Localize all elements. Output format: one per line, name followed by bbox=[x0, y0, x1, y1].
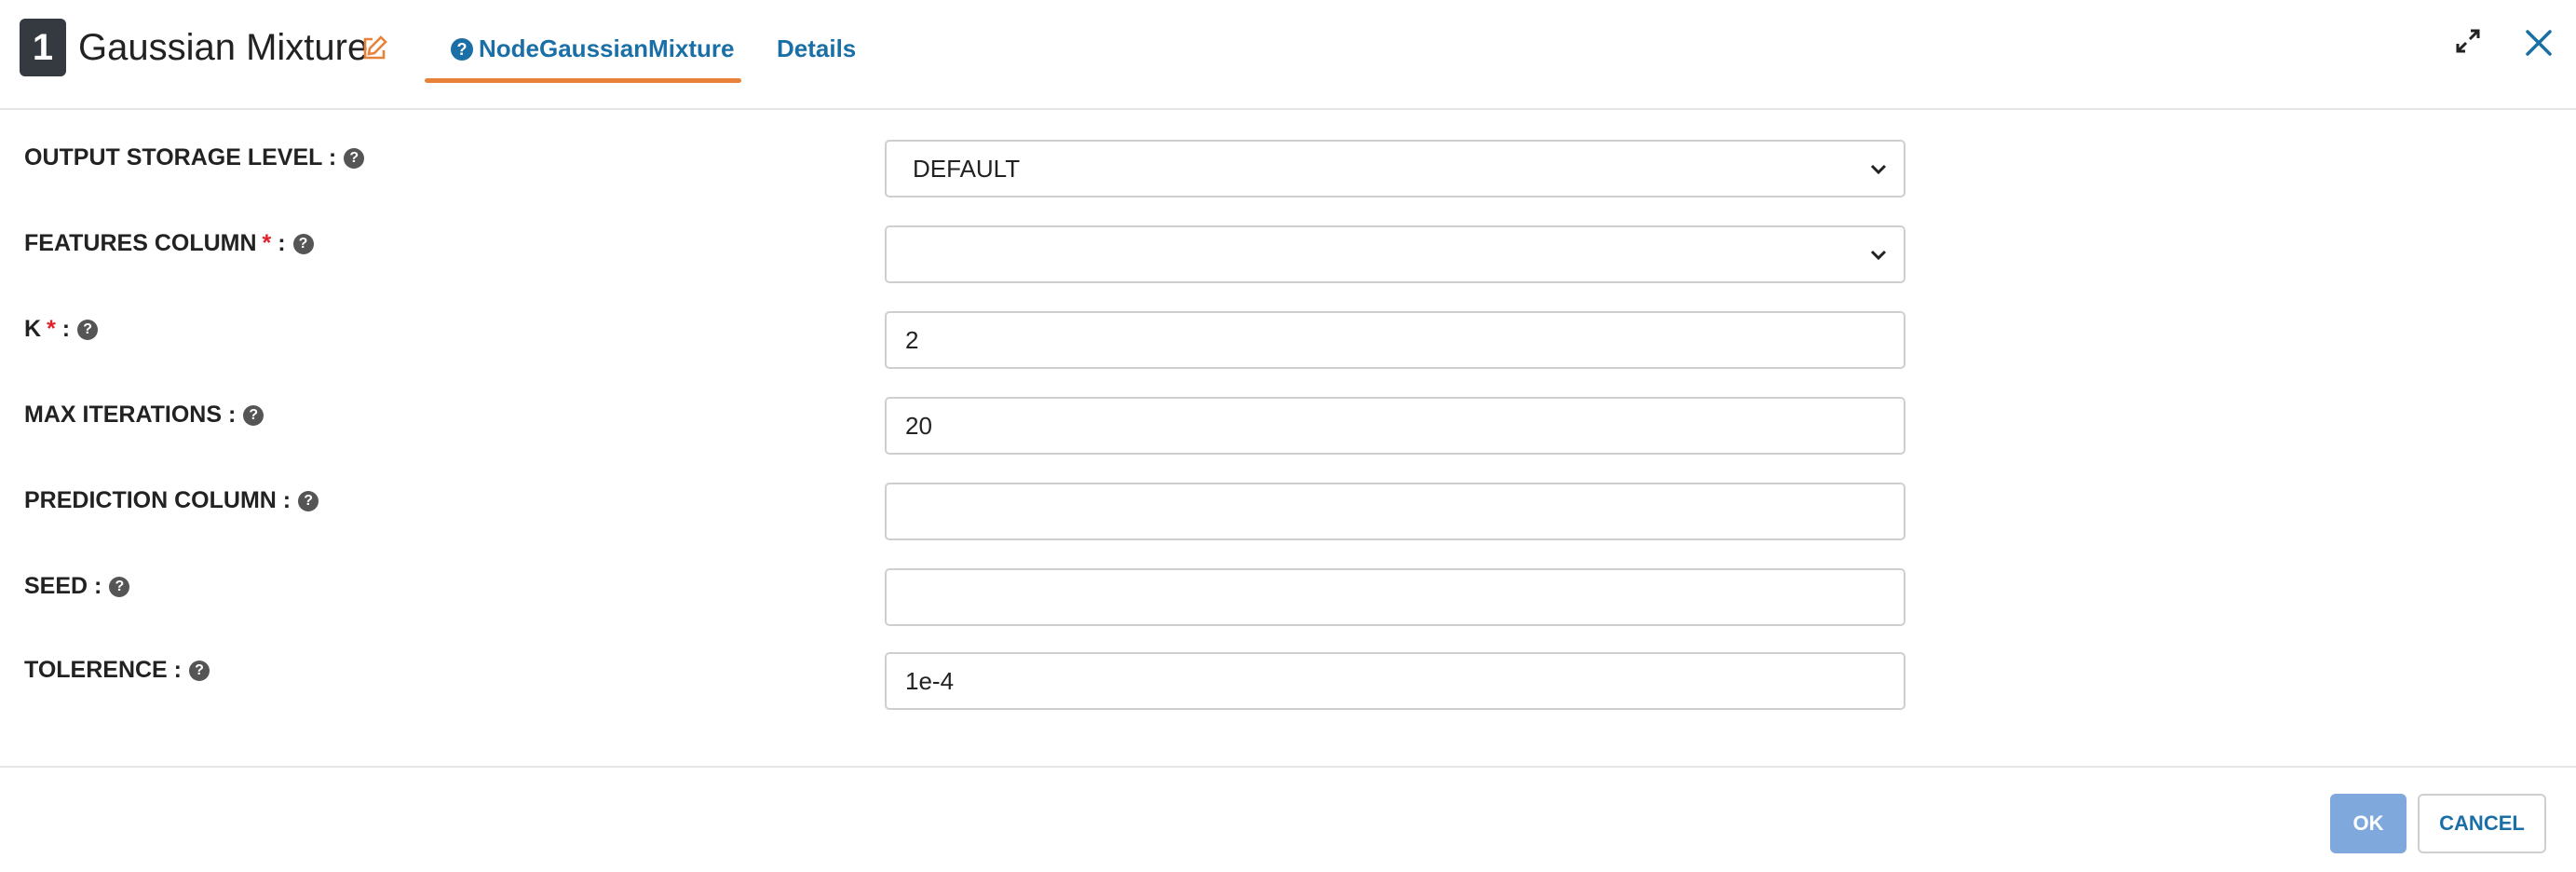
features-column-select[interactable] bbox=[885, 225, 1905, 283]
help-icon[interactable]: ? bbox=[298, 491, 319, 511]
help-icon[interactable]: ? bbox=[344, 148, 365, 169]
label-text: FEATURES COLUMN bbox=[24, 230, 257, 256]
node-number-badge: 1 bbox=[20, 19, 66, 76]
features-column-label: FEATURES COLUMN * :? bbox=[24, 227, 314, 259]
prediction-column-label: PREDICTION COLUMN :? bbox=[24, 484, 319, 516]
cancel-button[interactable]: CANCEL bbox=[2418, 794, 2546, 853]
tolerence-label: TOLERENCE :? bbox=[24, 654, 210, 686]
dialog-header: 1 Gaussian Mixture ? NodeGaussianMixture … bbox=[0, 0, 2576, 110]
max-iterations-label: MAX ITERATIONS :? bbox=[24, 399, 264, 430]
tolerence-input[interactable]: 1e-4 bbox=[885, 652, 1905, 710]
active-tab-indicator bbox=[425, 78, 741, 83]
output-storage-level-label: OUTPUT STORAGE LEVEL :? bbox=[24, 142, 365, 173]
label-suffix: : bbox=[278, 230, 286, 256]
help-icon[interactable]: ? bbox=[109, 577, 130, 597]
label-text: OUTPUT STORAGE LEVEL : bbox=[24, 144, 337, 170]
help-icon[interactable]: ? bbox=[292, 234, 314, 254]
edit-icon[interactable] bbox=[359, 34, 389, 63]
k-input[interactable]: 2 bbox=[885, 311, 1905, 369]
help-icon[interactable]: ? bbox=[77, 320, 99, 340]
seed-input[interactable] bbox=[885, 568, 1905, 626]
help-icon[interactable]: ? bbox=[189, 661, 210, 681]
label-text: PREDICTION COLUMN : bbox=[24, 487, 291, 513]
label-text: TOLERENCE : bbox=[24, 657, 182, 683]
label-text: MAX ITERATIONS : bbox=[24, 402, 237, 428]
output-storage-level-select[interactable]: DEFAULT bbox=[885, 140, 1905, 198]
label-text: K bbox=[24, 316, 42, 342]
expand-icon[interactable] bbox=[2455, 28, 2481, 54]
select-value: DEFAULT bbox=[913, 155, 1021, 183]
label-suffix: : bbox=[61, 316, 71, 342]
max-iterations-input[interactable]: 20 bbox=[885, 397, 1905, 455]
label-text: SEED : bbox=[24, 573, 102, 599]
chevron-down-icon bbox=[1870, 164, 1887, 175]
required-marker: * bbox=[262, 230, 272, 256]
node-title: Gaussian Mixture bbox=[78, 27, 369, 68]
tab-node-gaussian-mixture[interactable]: ? NodeGaussianMixture bbox=[425, 34, 741, 84]
tab-details[interactable]: Details bbox=[777, 34, 856, 63]
ok-button[interactable]: OK bbox=[2330, 794, 2407, 853]
required-marker: * bbox=[47, 316, 56, 342]
help-icon[interactable]: ? bbox=[243, 405, 264, 426]
close-icon[interactable] bbox=[2522, 26, 2556, 60]
question-circle-icon: ? bbox=[451, 38, 473, 61]
prediction-column-input[interactable] bbox=[885, 483, 1905, 540]
seed-label: SEED :? bbox=[24, 570, 130, 602]
footer-divider bbox=[0, 766, 2576, 768]
chevron-down-icon bbox=[1870, 250, 1887, 261]
k-label: K * :? bbox=[24, 313, 99, 345]
tab-label: NodeGaussianMixture bbox=[479, 34, 735, 62]
